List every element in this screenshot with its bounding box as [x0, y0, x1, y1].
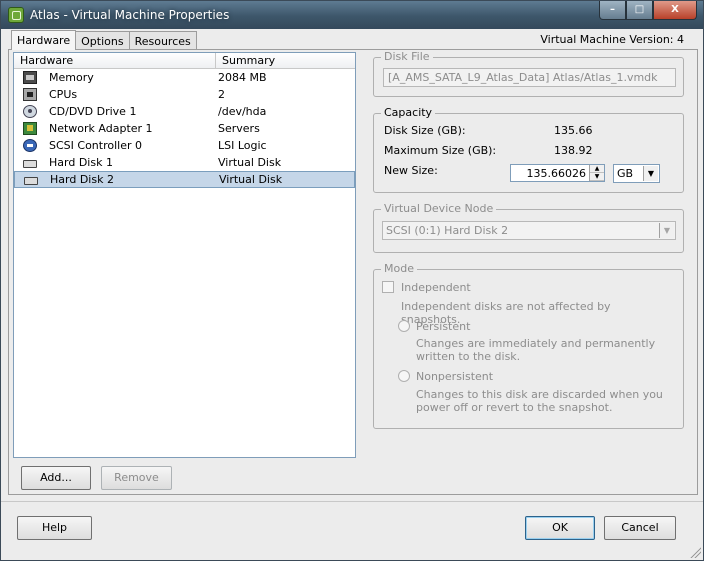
close-button[interactable]: X: [653, 1, 697, 20]
persistent-label: Persistent: [416, 320, 471, 333]
virtual-device-node-group: Virtual Device Node SCSI (0:1) Hard Disk…: [373, 202, 684, 253]
tab-resources[interactable]: Resources: [128, 31, 197, 50]
nonpersistent-label: Nonpersistent: [416, 370, 494, 383]
spin-down-icon[interactable]: ▼: [590, 173, 604, 181]
hardware-summary: Virtual Disk: [219, 173, 283, 186]
cd-dvd-icon: [23, 105, 37, 118]
nonpersistent-description: Changes to this disk are discarded when …: [416, 388, 663, 414]
new-size-label: New Size:: [384, 164, 438, 177]
scsi-controller-icon: [23, 139, 37, 152]
minimize-button[interactable]: –: [599, 1, 626, 20]
mode-group: Mode Independent Independent disks are n…: [373, 262, 684, 429]
hardware-list-header: Hardware Summary: [14, 53, 355, 69]
resize-grip-icon[interactable]: [689, 546, 701, 558]
hardware-row-scsi-controller[interactable]: SCSI Controller 0 LSI Logic: [14, 137, 355, 154]
mode-title: Mode: [381, 262, 417, 275]
ok-button[interactable]: OK: [525, 516, 595, 540]
size-unit-value: GB: [617, 167, 634, 180]
independent-checkbox[interactable]: [382, 281, 394, 293]
tab-options[interactable]: Options: [75, 31, 130, 50]
hardware-name: CD/DVD Drive 1: [49, 105, 137, 118]
vm-version-label: Virtual Machine Version: 4: [540, 33, 684, 46]
bottom-separator: [1, 501, 703, 502]
disk-size-value: 135.66: [554, 124, 593, 137]
disk-size-label: Disk Size (GB):: [384, 124, 466, 137]
window-controls: – □ X: [599, 1, 697, 20]
persistent-radio[interactable]: [398, 320, 410, 332]
hardware-name: Network Adapter 1: [49, 122, 153, 135]
hardware-row-cd-dvd[interactable]: CD/DVD Drive 1 /dev/hda: [14, 103, 355, 120]
column-header-summary[interactable]: Summary: [216, 53, 355, 68]
persistent-description: Changes are immediately and permanently …: [416, 337, 656, 363]
new-size-spin-buttons: ▲ ▼: [589, 165, 604, 181]
hard-disk-icon: [23, 159, 37, 168]
memory-icon: [23, 71, 37, 84]
hardware-row-network-adapter[interactable]: Network Adapter 1 Servers: [14, 120, 355, 137]
max-size-value: 138.92: [554, 144, 593, 157]
title-bar[interactable]: Atlas - Virtual Machine Properties – □ X: [1, 1, 703, 29]
capacity-group: Capacity Disk Size (GB): 135.66 Maximum …: [373, 106, 684, 193]
dropdown-arrow-icon: ▼: [659, 223, 674, 238]
hardware-name: Hard Disk 1: [49, 156, 113, 169]
hardware-name: SCSI Controller 0: [49, 139, 142, 152]
size-unit-select[interactable]: GB ▼: [613, 164, 660, 183]
tab-hardware[interactable]: Hardware: [11, 30, 77, 50]
hardware-row-cpus[interactable]: CPUs 2: [14, 86, 355, 103]
hardware-row-hard-disk-2[interactable]: Hard Disk 2 Virtual Disk: [14, 171, 355, 188]
hardware-row-memory[interactable]: Memory 2084 MB: [14, 69, 355, 86]
window-title: Atlas - Virtual Machine Properties: [30, 8, 230, 22]
hardware-name: CPUs: [49, 88, 78, 101]
hardware-summary: /dev/hda: [218, 105, 267, 118]
disk-file-title: Disk File: [381, 50, 433, 63]
dropdown-arrow-icon: ▼: [643, 166, 658, 181]
hardware-summary: LSI Logic: [218, 139, 267, 152]
hardware-summary: Virtual Disk: [218, 156, 282, 169]
hardware-row-hard-disk-1[interactable]: Hard Disk 1 Virtual Disk: [14, 154, 355, 171]
spin-up-icon[interactable]: ▲: [590, 165, 604, 173]
tab-strip: Hardware Options Resources: [11, 30, 197, 50]
independent-label: Independent: [401, 281, 471, 294]
remove-button[interactable]: Remove: [101, 466, 172, 490]
hard-disk-icon: [24, 176, 38, 185]
column-header-hardware[interactable]: Hardware: [14, 53, 216, 68]
hardware-name: Hard Disk 2: [50, 173, 114, 186]
maximize-button[interactable]: □: [626, 1, 653, 20]
virtual-device-node-value: SCSI (0:1) Hard Disk 2: [386, 224, 509, 237]
hardware-summary: 2084 MB: [218, 71, 267, 84]
hardware-list[interactable]: Hardware Summary Memory 2084 MB CPUs 2 C…: [13, 52, 356, 458]
network-adapter-icon: [23, 122, 37, 135]
nonpersistent-radio[interactable]: [398, 370, 410, 382]
max-size-label: Maximum Size (GB):: [384, 144, 497, 157]
disk-file-field[interactable]: [A_AMS_SATA_L9_Atlas_Data] Atlas/Atlas_1…: [383, 68, 676, 87]
hardware-summary: 2: [218, 88, 225, 101]
capacity-title: Capacity: [381, 106, 436, 119]
new-size-value: 135.66026: [526, 167, 587, 180]
hardware-summary: Servers: [218, 122, 260, 135]
virtual-device-node-title: Virtual Device Node: [381, 202, 497, 215]
new-size-stepper[interactable]: 135.66026 ▲ ▼: [510, 164, 605, 182]
hardware-name: Memory: [49, 71, 94, 84]
help-button[interactable]: Help: [17, 516, 92, 540]
virtual-device-node-select[interactable]: SCSI (0:1) Hard Disk 2 ▼: [382, 221, 676, 240]
app-icon: [8, 7, 24, 23]
disk-file-group: Disk File [A_AMS_SATA_L9_Atlas_Data] Atl…: [373, 50, 684, 97]
add-button[interactable]: Add...: [21, 466, 91, 490]
vm-properties-window: Atlas - Virtual Machine Properties – □ X…: [0, 0, 704, 561]
cpu-icon: [23, 88, 37, 101]
cancel-button[interactable]: Cancel: [604, 516, 676, 540]
